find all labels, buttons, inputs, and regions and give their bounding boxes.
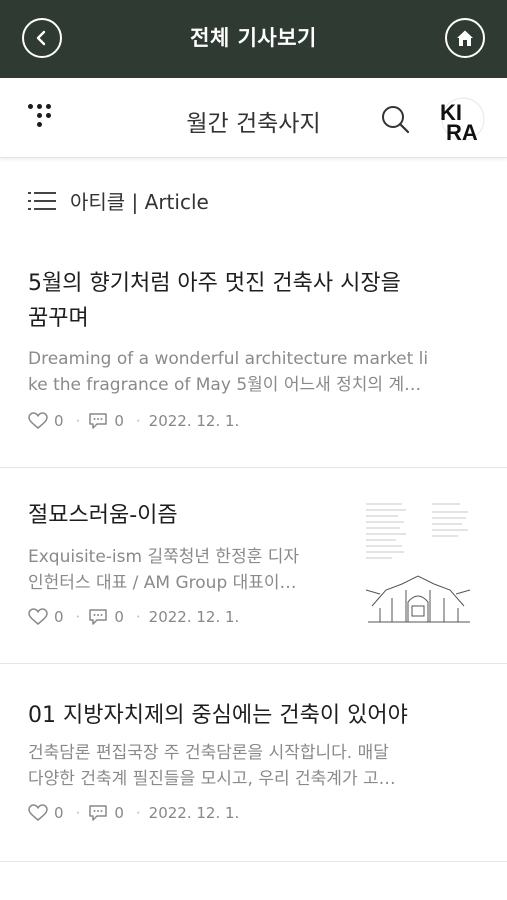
comment-icon[interactable] bbox=[88, 608, 108, 626]
article-date: 2022. 12. 1. bbox=[148, 412, 240, 430]
article-summary: Exquisite-ism 길쭉청년 한정훈 디자 인헌터스 대표 / AM G… bbox=[28, 547, 300, 593]
article-title[interactable]: 절묘스러움-이즘 bbox=[28, 498, 178, 533]
comment-icon[interactable] bbox=[88, 804, 108, 822]
article-title[interactable]: 01 지방자치제의 중심에는 건축이 있어야 bbox=[28, 698, 408, 733]
kira-logo[interactable]: KI RA bbox=[437, 96, 487, 145]
heart-icon[interactable] bbox=[28, 412, 48, 430]
comment-icon[interactable] bbox=[88, 412, 108, 430]
article-date: 2022. 12. 1. bbox=[148, 804, 240, 822]
comment-count: 0 bbox=[114, 412, 124, 430]
like-count: 0 bbox=[54, 608, 64, 626]
site-header: 월간 건축사지 KI RA bbox=[0, 78, 507, 158]
home-icon bbox=[457, 30, 473, 46]
article-thumbnail[interactable] bbox=[362, 498, 474, 630]
article-meta: 0 · 0 · 2022. 12. 1. bbox=[28, 608, 239, 626]
list-icon bbox=[28, 191, 56, 210]
article-item[interactable]: 절묘스러움-이즘 Exquisite-ism 길쭉청년 한정훈 디자 인헌터스 … bbox=[0, 468, 507, 664]
section-heading: 아티클 | Article bbox=[28, 186, 209, 215]
search-icon bbox=[382, 106, 410, 134]
kira-logo-icon: KI RA bbox=[440, 97, 485, 145]
site-title[interactable]: 월간 건축사지 bbox=[0, 104, 507, 138]
search-button[interactable] bbox=[378, 102, 412, 136]
separator-dot: · bbox=[75, 804, 81, 822]
separator-dot: · bbox=[75, 412, 81, 430]
separator-dot: · bbox=[75, 608, 81, 626]
heart-icon[interactable] bbox=[28, 608, 48, 626]
article-summary: 건축담론 편집국장 주 건축담론을 시작합니다. 매달 다양한 건축계 필진들을… bbox=[28, 743, 396, 789]
like-count: 0 bbox=[54, 804, 64, 822]
comment-count: 0 bbox=[114, 608, 124, 626]
article-date: 2022. 12. 1. bbox=[148, 608, 240, 626]
article-title[interactable]: 5월의 향기처럼 아주 멋진 건축사 시장을 꿈꾸며 bbox=[28, 266, 468, 336]
article-item[interactable]: 01 지방자치제의 중심에는 건축이 있어야 건축담론 편집국장 주 건축담론을… bbox=[0, 664, 507, 862]
home-button[interactable] bbox=[445, 18, 485, 58]
article-meta: 0 · 0 · 2022. 12. 1. bbox=[28, 804, 239, 822]
like-count: 0 bbox=[54, 412, 64, 430]
separator-dot: · bbox=[135, 804, 141, 822]
separator-dot: · bbox=[135, 412, 141, 430]
top-bar: 전체 기사보기 bbox=[0, 0, 507, 78]
separator-dot: · bbox=[135, 608, 141, 626]
comment-count: 0 bbox=[114, 804, 124, 822]
thumbnail-image bbox=[362, 498, 474, 630]
section-label: 아티클 | Article bbox=[70, 190, 209, 214]
svg-text:RA: RA bbox=[446, 120, 478, 142]
article-item[interactable]: 5월의 향기처럼 아주 멋진 건축사 시장을 꿈꾸며 Dreaming of a… bbox=[0, 240, 507, 468]
heart-icon[interactable] bbox=[28, 804, 48, 822]
article-meta: 0 · 0 · 2022. 12. 1. bbox=[28, 412, 239, 430]
page-title: 전체 기사보기 bbox=[190, 26, 317, 50]
article-summary: Dreaming of a wonderful architecture mar… bbox=[28, 349, 429, 395]
